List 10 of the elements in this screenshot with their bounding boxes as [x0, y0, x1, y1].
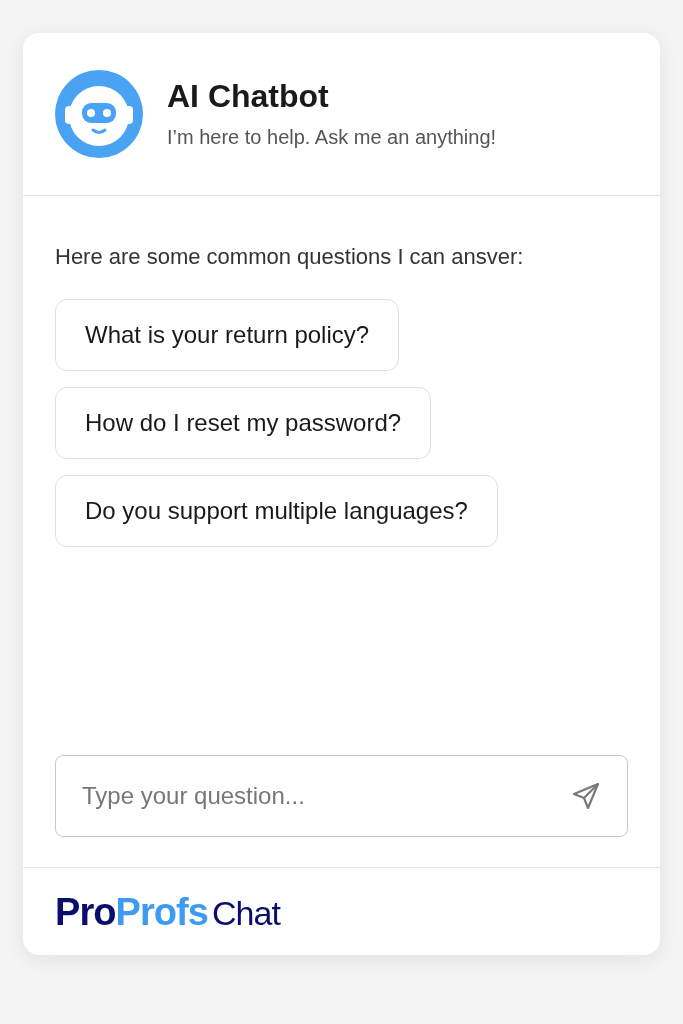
suggestion-button[interactable]: Do you support multiple languages?: [55, 475, 498, 547]
suggestion-button[interactable]: What is your return policy?: [55, 299, 400, 371]
chat-title: AI Chatbot: [167, 77, 330, 116]
robot-avatar-icon: [55, 70, 143, 158]
intro-text: Here are some common questions I can ansver:: [55, 243, 524, 271]
chat-subtitle: I’m here to help. Ask me an anything!: [167, 125, 497, 150]
brand-logo: ProProfsChat: [55, 892, 280, 931]
send-icon[interactable]: [570, 780, 602, 812]
question-input[interactable]: Type your question...: [55, 755, 628, 837]
suggestion-button[interactable]: How do I reset my password?: [55, 387, 432, 459]
